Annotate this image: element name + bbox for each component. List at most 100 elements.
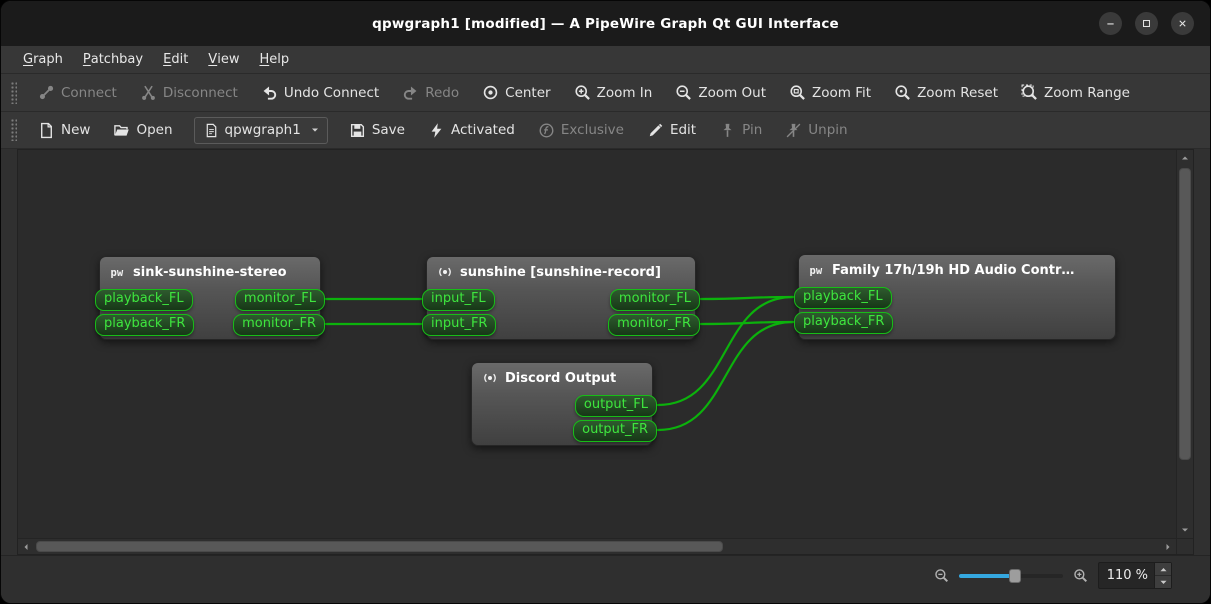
node-family[interactable]: pwFamily 17h/19h HD Audio Contr…playback…	[798, 254, 1116, 340]
toolbar-button-save[interactable]: Save	[339, 117, 415, 144]
toolbar-button-label: Zoom In	[597, 85, 653, 101]
vertical-scrollbar[interactable]	[1176, 150, 1193, 538]
scroll-right-arrow-icon[interactable]	[1160, 539, 1176, 554]
toolbar-button-label: Edit	[670, 122, 696, 138]
port-sunshine-input_FL[interactable]: input_FL	[422, 289, 495, 311]
toolbar-button-new[interactable]: New	[28, 117, 100, 144]
toolbar-button-label: Zoom Range	[1044, 85, 1130, 101]
toolbar-button-zoom-reset[interactable]: Zoom Reset	[884, 79, 1008, 106]
zoom-value[interactable]: 110 %	[1099, 563, 1154, 588]
horizontal-scrollbar-track[interactable]	[34, 539, 1160, 554]
titlebar[interactable]: qpwgraph1 [modified] — A PipeWire Graph …	[1, 1, 1210, 46]
menu-edit[interactable]: Edit	[153, 46, 198, 73]
node-header: Discord Output	[472, 363, 652, 386]
toolbar-button-label: Disconnect	[163, 85, 238, 101]
vertical-scrollbar-track[interactable]	[1177, 166, 1193, 522]
toolbar-button-activated[interactable]: Activated	[418, 117, 525, 144]
toolbar-button-pin[interactable]: Pin	[709, 117, 772, 144]
menubar: GraphPatchbayEditViewHelp	[1, 46, 1210, 74]
minimize-button[interactable]	[1099, 12, 1122, 35]
pipewire-icon: pw	[809, 262, 825, 278]
port-family-playback_FL[interactable]: playback_FL	[794, 287, 892, 309]
record-icon	[437, 264, 453, 280]
zoom-out-small-icon	[934, 568, 949, 583]
toolbar-button-label: Open	[136, 122, 172, 138]
zoom-slider-knob[interactable]	[1009, 569, 1021, 583]
zoom-slider-fill	[959, 574, 1013, 578]
close-button[interactable]	[1171, 12, 1194, 35]
zoom-spin-down-button[interactable]	[1155, 575, 1171, 588]
toolbar-button-exclusive[interactable]: Exclusive	[528, 117, 634, 144]
menu-graph[interactable]: Graph	[13, 46, 73, 73]
toolbar-button-zoom-in[interactable]: Zoom In	[564, 79, 663, 106]
port-sink-playback_FR[interactable]: playback_FR	[95, 314, 194, 336]
toolbar-button-label: Activated	[451, 122, 515, 138]
zoom-spin-up-button[interactable]	[1155, 563, 1171, 575]
patchbay-combobox[interactable]: qpwgraph1	[194, 117, 328, 144]
horizontal-scrollbar-thumb[interactable]	[36, 541, 723, 552]
unpin-icon	[785, 122, 802, 139]
port-sunshine-monitor_FL[interactable]: monitor_FL	[610, 289, 700, 311]
toolbar-button-label: New	[61, 122, 90, 138]
port-sink-playback_FL[interactable]: playback_FL	[95, 289, 193, 311]
menu-view[interactable]: View	[198, 46, 249, 73]
vertical-scrollbar-thumb[interactable]	[1179, 168, 1191, 460]
port-sink-monitor_FR[interactable]: monitor_FR	[233, 314, 325, 336]
scroll-down-arrow-icon[interactable]	[1177, 522, 1193, 538]
svg-text:pw: pw	[810, 265, 823, 277]
connection-wire[interactable]	[701, 297, 793, 299]
toolbar-button-redo[interactable]: Redo	[392, 79, 469, 106]
zoom-spinbox[interactable]: 110 %	[1098, 562, 1172, 589]
toolbar-button-zoom-out[interactable]: Zoom Out	[665, 79, 776, 106]
menu-help[interactable]: Help	[249, 46, 299, 73]
menu-patchbay[interactable]: Patchbay	[73, 46, 153, 73]
pipewire-icon: pw	[110, 264, 126, 280]
connection-wires-layer	[18, 150, 1176, 538]
toolbar-button-connect[interactable]: Connect	[28, 79, 127, 106]
node-sunshine[interactable]: sunshine [sunshine-record]input_FLinput_…	[426, 256, 696, 340]
toolbar-button-unpin[interactable]: Unpin	[775, 117, 857, 144]
disconnect-icon	[140, 84, 157, 101]
connection-wire[interactable]	[701, 322, 793, 324]
port-sunshine-monitor_FR[interactable]: monitor_FR	[608, 314, 700, 336]
toolbar-button-zoom-fit[interactable]: Zoom Fit	[779, 79, 881, 106]
connect-icon	[38, 84, 55, 101]
node-discord[interactable]: Discord Outputoutput_FLoutput_FR	[471, 362, 653, 446]
toolbar-button-undo-connect[interactable]: Undo Connect	[251, 79, 389, 106]
graph-canvas[interactable]: pwsink-sunshine-stereoplayback_FLplaybac…	[18, 150, 1176, 538]
port-discord-output_FL[interactable]: output_FL	[575, 395, 657, 417]
zoom-range-icon	[1021, 84, 1038, 101]
toolbar-file: New Open qpwgraph1 Save Activated Exclusive Ed…	[1, 112, 1210, 149]
node-header: pw Family 17h/19h HD Audio Contr…	[799, 255, 1115, 278]
toolbar-button-label: Save	[372, 122, 405, 138]
port-sunshine-input_FR[interactable]: input_FR	[422, 314, 496, 336]
maximize-button[interactable]	[1135, 12, 1158, 35]
node-sink[interactable]: pwsink-sunshine-stereoplayback_FLplaybac…	[99, 256, 321, 340]
node-title: Discord Output	[505, 371, 616, 386]
node-header: pwsink-sunshine-stereo	[100, 257, 320, 280]
toolbar-button-center[interactable]: Center	[472, 79, 560, 106]
zoom-reset-icon	[894, 84, 911, 101]
toolbar-handle[interactable]	[11, 119, 17, 141]
scroll-up-arrow-icon[interactable]	[1177, 150, 1193, 166]
port-discord-output_FR[interactable]: output_FR	[573, 420, 657, 442]
zoom-in-icon	[574, 84, 591, 101]
scroll-left-arrow-icon[interactable]	[18, 539, 34, 554]
toolbar-button-zoom-range[interactable]: Zoom Range	[1011, 79, 1140, 106]
toolbar-handle[interactable]	[11, 82, 17, 104]
pin-icon	[719, 122, 736, 139]
zoom-in-small-icon	[1073, 568, 1088, 583]
patchbay-combobox-value: qpwgraph1	[225, 122, 301, 138]
node-title: Family 17h/19h HD Audio Contr…	[832, 263, 1074, 278]
horizontal-scrollbar[interactable]	[18, 538, 1176, 554]
zoom-slider[interactable]	[959, 567, 1063, 585]
toolbar-button-edit[interactable]: Edit	[637, 117, 706, 144]
toolbar-button-open[interactable]: Open	[103, 117, 182, 144]
record-icon	[482, 370, 498, 386]
port-sink-monitor_FL[interactable]: monitor_FL	[235, 289, 325, 311]
node-header: sunshine [sunshine-record]	[427, 257, 695, 280]
activated-icon	[428, 122, 445, 139]
toolbar-button-disconnect[interactable]: Disconnect	[130, 79, 248, 106]
port-family-playback_FR[interactable]: playback_FR	[794, 312, 893, 334]
app-window: qpwgraph1 [modified] — A PipeWire Graph …	[0, 0, 1211, 604]
